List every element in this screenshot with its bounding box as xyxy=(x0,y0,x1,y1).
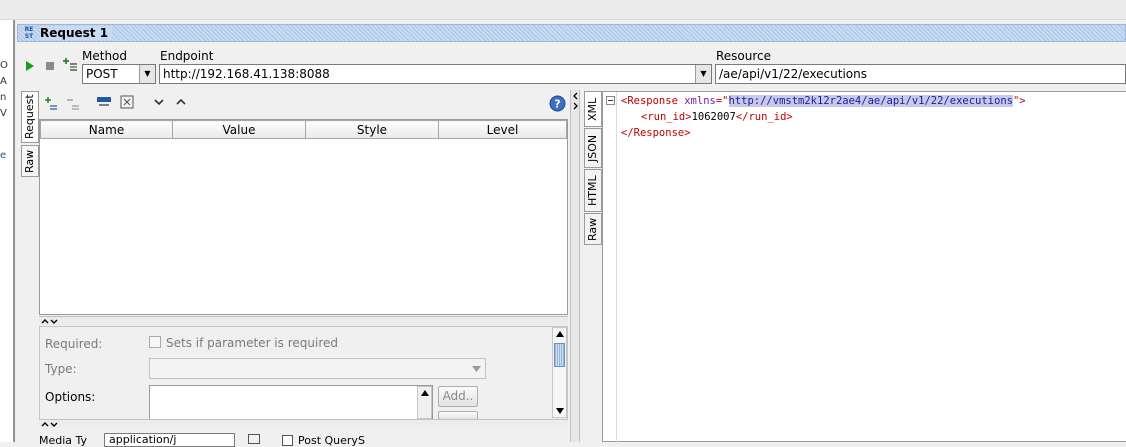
xml-child-value: 1062007 xyxy=(691,111,736,123)
options-label: Options: xyxy=(45,390,96,404)
clear-params-icon[interactable] xyxy=(120,95,134,109)
scroll-down-icon[interactable] xyxy=(556,408,564,414)
params-splitter[interactable] xyxy=(39,316,568,325)
tab-response-raw[interactable]: Raw xyxy=(584,213,602,245)
xml-attr-close: "> xyxy=(1012,95,1026,107)
navigator-char: O xyxy=(0,60,8,71)
remove-param-icon[interactable] xyxy=(66,96,80,110)
required-checkbox[interactable] xyxy=(149,336,161,348)
navigator-panel-edge: O A n V e xyxy=(0,20,14,442)
request-response-splitter[interactable] xyxy=(570,90,580,442)
media-type-clear-icon[interactable] xyxy=(248,434,260,444)
resource-label: Resource xyxy=(716,49,772,63)
media-type-value: application/j xyxy=(109,433,177,446)
scroll-up-icon[interactable] xyxy=(556,331,564,337)
column-header-name[interactable]: Name xyxy=(40,120,173,139)
xml-line-3: </Response> xyxy=(621,125,691,141)
collapse-node-icon[interactable] xyxy=(606,96,615,105)
navigator-char: n xyxy=(0,92,7,103)
add-option-button[interactable]: Add.. xyxy=(438,386,478,407)
media-type-label: Media Ty xyxy=(39,434,88,447)
navigator-char: A xyxy=(0,76,7,87)
xml-line-1: <Response xmlns="http://vmstm2k12r2ae4/a… xyxy=(621,93,1026,109)
xml-child-open: <run_id> xyxy=(641,111,692,123)
help-icon[interactable]: ? xyxy=(549,95,566,112)
splitter-arrows-icon[interactable] xyxy=(572,92,579,112)
chevron-down-icon[interactable]: ▼ xyxy=(695,65,711,83)
method-select[interactable]: POST ▼ xyxy=(82,64,156,84)
xml-child-close: </run_id> xyxy=(735,111,793,123)
media-type-select[interactable]: application/j xyxy=(104,433,235,447)
method-value: POST xyxy=(86,67,118,81)
navigator-char: e xyxy=(0,150,7,161)
tab-response-xml[interactable]: XML xyxy=(584,91,602,127)
xml-attr-name: xmlns xyxy=(684,95,716,107)
endpoint-label: Endpoint xyxy=(160,49,214,63)
column-header-value[interactable]: Value xyxy=(172,120,306,139)
splitter-arrows-icon[interactable] xyxy=(41,318,59,325)
xml-open-tag: <Response xyxy=(621,95,678,107)
add-parameter-button[interactable] xyxy=(62,56,78,72)
add-list-icon xyxy=(63,58,77,71)
scroll-thumb[interactable] xyxy=(554,343,565,367)
request-tab-titlebar[interactable]: RE ST Request 1 xyxy=(17,24,1126,42)
method-label: Method xyxy=(82,49,128,63)
add-param-icon[interactable] xyxy=(44,96,58,110)
type-label: Type: xyxy=(45,362,77,376)
params-table: Name Value Style Level xyxy=(39,119,568,315)
fold-gutter xyxy=(616,92,617,443)
type-select[interactable] xyxy=(149,358,486,379)
window-top-bar xyxy=(0,0,1126,20)
options-list[interactable] xyxy=(149,385,433,420)
required-checkbox-label: Sets if parameter is required xyxy=(166,336,338,350)
endpoint-value: http://192.168.41.138:8088 xyxy=(163,67,330,81)
run-request-button[interactable] xyxy=(22,58,38,74)
scroll-up-icon[interactable] xyxy=(421,390,429,396)
xml-attr-eq: =" xyxy=(715,95,729,107)
url-param-icon[interactable] xyxy=(96,95,112,109)
resource-input[interactable]: /ae/api/v1/22/executions xyxy=(715,64,1126,84)
xml-line-2: <run_id>1062007</run_id> xyxy=(641,109,793,125)
chevron-down-icon xyxy=(472,366,481,372)
tab-raw-request[interactable]: Raw xyxy=(21,145,39,177)
required-label: Required: xyxy=(45,337,103,351)
details-splitter[interactable] xyxy=(39,419,568,428)
xml-close-tag: </Response> xyxy=(621,127,691,139)
xml-attr-value: http://vmstm2k12r2ae4/ae/api/v1/22/execu… xyxy=(728,95,1013,107)
tab-request[interactable]: Request xyxy=(21,91,39,143)
tab-response-html[interactable]: HTML xyxy=(584,169,602,212)
params-table-header-row: Name Value Style Level xyxy=(40,120,567,139)
request-title: Request 1 xyxy=(40,26,113,40)
post-querystring-checkbox[interactable] xyxy=(282,435,293,446)
column-header-level[interactable]: Level xyxy=(438,120,567,139)
navigator-char: V xyxy=(0,108,7,119)
play-icon xyxy=(26,61,34,71)
options-scrollbar[interactable] xyxy=(417,386,432,419)
rest-request-icon: RE ST xyxy=(24,26,34,40)
params-toolbar: ? xyxy=(40,92,570,114)
svg-text:?: ? xyxy=(554,98,560,111)
column-header-style[interactable]: Style xyxy=(305,120,439,139)
stop-icon xyxy=(46,62,54,70)
stop-request-button[interactable] xyxy=(42,58,58,74)
params-table-grid: Name Value Style Level xyxy=(40,120,567,139)
response-xml-viewer[interactable]: <Response xmlns="http://vmstm2k12r2ae4/a… xyxy=(602,91,1126,443)
endpoint-combobox[interactable]: http://192.168.41.138:8088 ▼ xyxy=(159,64,712,84)
resource-value: /ae/api/v1/22/executions xyxy=(719,67,867,81)
chevron-down-icon[interactable]: ▼ xyxy=(139,65,155,83)
move-down-icon[interactable] xyxy=(154,98,164,106)
details-scrollbar[interactable] xyxy=(552,327,567,418)
splitter-arrows-icon[interactable] xyxy=(41,421,59,428)
move-up-icon[interactable] xyxy=(176,98,186,106)
tab-response-json[interactable]: JSON xyxy=(584,128,602,168)
post-querystring-label: Post QueryS xyxy=(298,434,365,447)
